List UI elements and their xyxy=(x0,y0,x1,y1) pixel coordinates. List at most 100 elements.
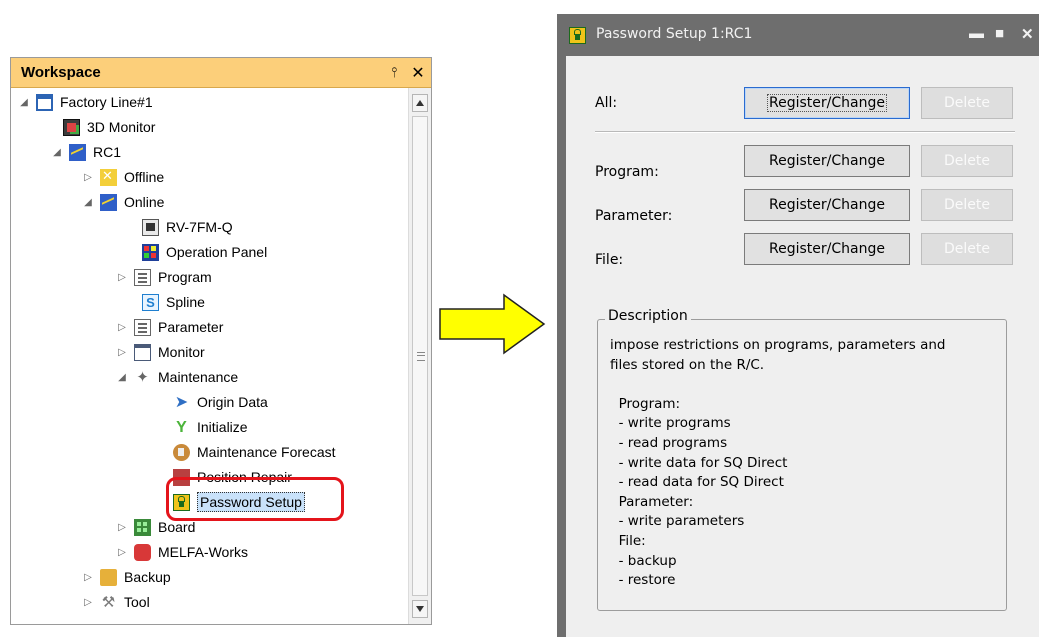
all-register-change-button[interactable]: Register/Change xyxy=(744,87,910,119)
origin-data-icon: ➤ xyxy=(174,393,189,411)
program-label: Program: xyxy=(595,164,659,180)
tree-item-rc1[interactable]: ◢ RC1 xyxy=(52,140,121,164)
tree-item-label: Monitor xyxy=(158,344,205,360)
workspace-title: Workspace xyxy=(21,64,101,81)
scroll-up-arrow-icon[interactable] xyxy=(412,94,428,112)
expand-icon[interactable]: ▷ xyxy=(83,572,93,583)
pin-icon[interactable]: ⫯ xyxy=(383,64,405,81)
tree-item-initialize[interactable]: Y Initialize xyxy=(173,415,248,439)
program-icon xyxy=(134,268,151,286)
separator xyxy=(595,131,1015,133)
grip-icon xyxy=(417,352,425,361)
collapse-icon[interactable]: ◢ xyxy=(52,147,62,158)
tree-item-melfa-works[interactable]: ▷ MELFA-Works xyxy=(117,540,248,564)
highlight-callout xyxy=(166,477,344,521)
tree-item-label: Maintenance Forecast xyxy=(197,444,336,460)
expand-icon[interactable]: ▷ xyxy=(117,522,127,533)
monitor-icon xyxy=(134,343,151,361)
tool-icon: ⚒ xyxy=(101,593,116,611)
melfa-works-icon xyxy=(134,543,151,561)
parameter-icon xyxy=(134,318,151,336)
program-register-change-button[interactable]: Register/Change xyxy=(744,145,910,177)
all-delete-button[interactable]: Delete xyxy=(921,87,1013,119)
tree-item-label: Online xyxy=(124,194,165,210)
tree-item-label: Operation Panel xyxy=(166,244,268,260)
maximize-icon[interactable]: ■ xyxy=(995,25,1004,42)
tree-item-label: Offline xyxy=(124,169,165,185)
scrollbar-thumb[interactable] xyxy=(412,116,428,596)
tree-item-spline[interactable]: S Spline xyxy=(142,290,205,314)
tree-item-3d-monitor[interactable]: 3D Monitor xyxy=(63,115,155,139)
tree-item-label: Backup xyxy=(124,569,171,585)
expand-icon[interactable]: ▷ xyxy=(117,322,127,333)
tree-item-label: Board xyxy=(158,519,196,535)
tree-item-label: Factory Line#1 xyxy=(60,94,153,110)
close-icon[interactable]: ✕ xyxy=(1021,25,1034,43)
tree-item-label: Initialize xyxy=(197,419,248,435)
right-arrow-icon xyxy=(439,293,546,355)
program-delete-button[interactable]: Delete xyxy=(921,145,1013,177)
close-icon[interactable]: ✕ xyxy=(405,63,431,83)
spline-icon: S xyxy=(142,293,159,311)
tree-item-parameter[interactable]: ▷ Parameter xyxy=(117,315,223,339)
tree-item-factory-line[interactable]: ◢ Factory Line#1 xyxy=(19,90,153,114)
expand-icon[interactable]: ▷ xyxy=(83,597,93,608)
online-icon xyxy=(100,193,117,211)
factory-line-icon xyxy=(36,93,53,111)
collapse-icon[interactable]: ◢ xyxy=(117,372,127,383)
tree-item-offline[interactable]: ▷ Offline xyxy=(83,165,164,189)
expand-icon[interactable]: ▷ xyxy=(83,172,93,183)
tree-item-monitor[interactable]: ▷ Monitor xyxy=(117,340,205,364)
3d-monitor-icon xyxy=(63,118,80,136)
tree-item-maintenance-forecast[interactable]: Maintenance Forecast xyxy=(173,440,336,464)
dialog-client-area: All: Register/Change Delete Program: Reg… xyxy=(566,56,1039,637)
dialog-title: Password Setup 1:RC1 xyxy=(596,26,753,42)
description-text: impose restrictions on programs, paramet… xyxy=(610,337,946,589)
tree-item-backup[interactable]: ▷ Backup xyxy=(83,565,171,589)
parameter-delete-button[interactable]: Delete xyxy=(921,189,1013,221)
operation-panel-icon xyxy=(142,243,159,261)
robot-model-icon xyxy=(142,218,159,236)
tree-item-label: Program xyxy=(158,269,212,285)
tree-item-tool[interactable]: ▷ ⚒ Tool xyxy=(83,590,150,614)
expand-icon[interactable]: ▷ xyxy=(117,547,127,558)
all-label: All: xyxy=(595,95,618,111)
collapse-icon[interactable]: ◢ xyxy=(19,97,29,108)
parameter-label: Parameter: xyxy=(595,208,673,224)
file-label: File: xyxy=(595,252,624,268)
tree-item-rv-7fm-q[interactable]: RV-7FM-Q xyxy=(142,215,233,239)
board-icon xyxy=(134,518,151,536)
file-delete-button[interactable]: Delete xyxy=(921,233,1013,265)
backup-icon xyxy=(100,568,117,586)
minimize-icon[interactable]: ▬ xyxy=(969,25,984,42)
tree-item-online[interactable]: ◢ Online xyxy=(83,190,164,214)
tree-item-label: 3D Monitor xyxy=(87,119,156,135)
offline-icon xyxy=(100,168,117,186)
maintenance-forecast-icon xyxy=(173,443,190,461)
vertical-scrollbar[interactable] xyxy=(408,88,431,624)
tree-item-label: Parameter xyxy=(158,319,224,335)
initialize-icon: Y xyxy=(176,418,187,436)
tree-item-label: MELFA-Works xyxy=(158,544,248,560)
maintenance-icon: ✦ xyxy=(136,368,149,386)
tree-item-origin-data[interactable]: ➤ Origin Data xyxy=(173,390,268,414)
expand-icon[interactable]: ▷ xyxy=(117,347,127,358)
workspace-panel: Workspace ⫯ ✕ ◢ Factory Line#1 3D Monito… xyxy=(10,57,432,625)
password-setup-dialog: Password Setup 1:RC1 ▬ ■ ✕ All: Register… xyxy=(557,14,1039,637)
parameter-register-change-button[interactable]: Register/Change xyxy=(744,189,910,221)
description-group-title: Description xyxy=(605,308,691,324)
dialog-titlebar[interactable]: Password Setup 1:RC1 ▬ ■ ✕ xyxy=(557,14,1039,56)
tree-item-label: Tool xyxy=(124,594,150,610)
file-register-change-button[interactable]: Register/Change xyxy=(744,233,910,265)
tree-item-label: RV-7FM-Q xyxy=(166,219,233,235)
scroll-down-arrow-icon[interactable] xyxy=(412,600,428,618)
tree-item-program[interactable]: ▷ Program xyxy=(117,265,212,289)
tree-item-maintenance[interactable]: ◢ ✦ Maintenance xyxy=(117,365,238,389)
password-setup-icon xyxy=(569,27,586,44)
tree-item-operation-panel[interactable]: Operation Panel xyxy=(142,240,267,264)
workspace-header: Workspace ⫯ ✕ xyxy=(11,58,431,88)
expand-icon[interactable]: ▷ xyxy=(117,272,127,283)
project-tree: ◢ Factory Line#1 3D Monitor ◢ RC1 ▷ Offl… xyxy=(11,88,409,624)
tree-item-label: Maintenance xyxy=(158,369,239,385)
collapse-icon[interactable]: ◢ xyxy=(83,197,93,208)
